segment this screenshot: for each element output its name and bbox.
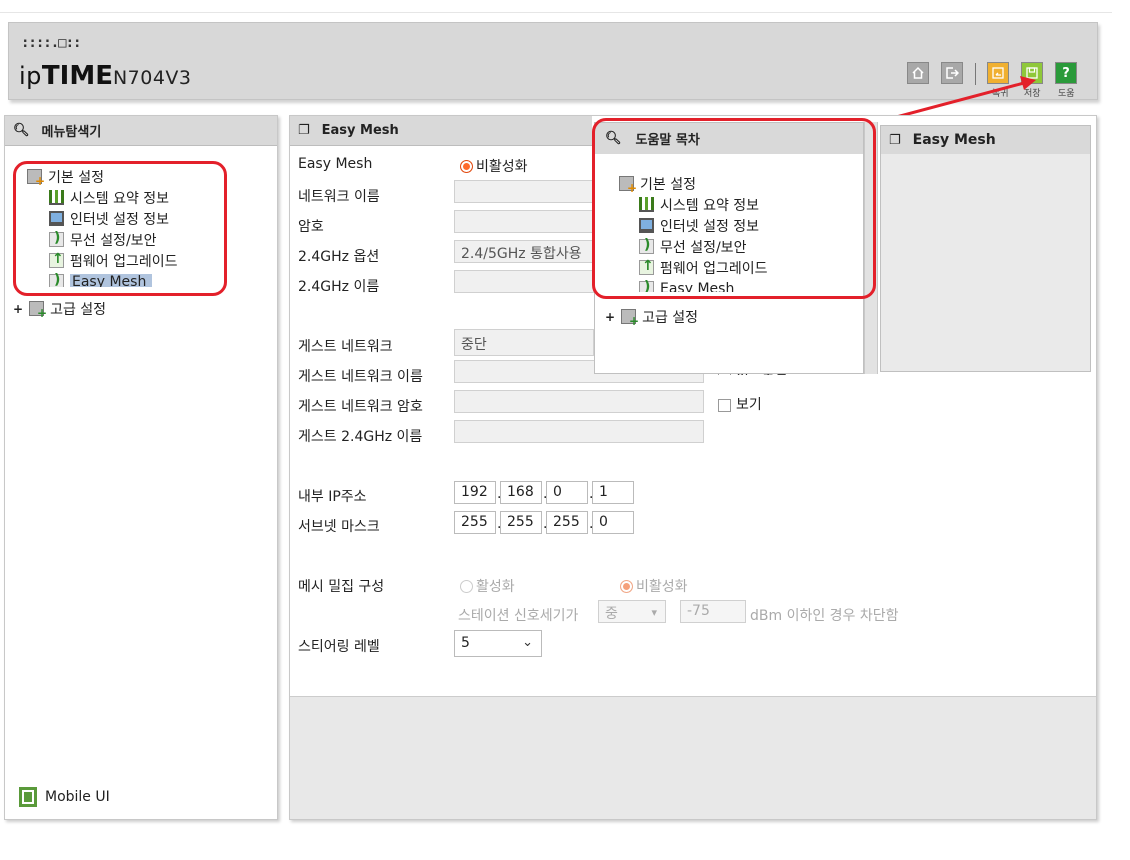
guest-password-show-checkbox[interactable]: 보기 [718,394,762,414]
guest-24-input[interactable] [454,420,704,443]
station-signal-value: 중 [605,606,618,622]
menu-explorer-panel: 🔍︎ 메뉴탐색기 기본 설정 시스템 요약 정보 인터넷 설정 정보 무선 설정… [4,115,278,820]
steering-level-value: 5 [461,635,470,651]
window-icon: ❐ [298,123,310,138]
guest-network-value: 중단 [461,337,487,353]
mask-octet-4[interactable]: 0 [592,511,634,534]
password-input[interactable] [454,210,594,233]
chevron-down-icon: ⌄ [522,635,533,650]
radio-selected-icon [620,579,633,593]
annotation-box-left [13,161,227,296]
mobile-ui-label: Mobile UI [45,789,110,805]
mask-octet-3[interactable]: 255 [546,511,588,534]
password-label: 암호 [298,219,324,235]
expand-icon: + [605,309,616,324]
option-24-select[interactable]: 2.4/5GHz 통합사용 [454,240,594,263]
mesh-dense-disable-label: 비활성화 [636,579,688,595]
steering-level-label: 스티어링 레벨 [298,639,380,655]
guest-password-input[interactable] [454,390,704,413]
station-signal-label: 스테이션 신호세기가 [458,608,579,624]
guest-password-show-label: 보기 [736,397,762,413]
guest-24-label: 게스트 2.4GHz 이름 [298,429,423,445]
tree-advanced-settings[interactable]: + 고급 설정 [13,298,107,320]
network-name-label: 네트워크 이름 [298,189,380,205]
folder-icon [29,301,47,320]
window-icon: ❐ [889,132,901,148]
main-title-text: Easy Mesh [321,123,399,138]
steering-level-select[interactable]: 5 ⌄ [454,630,542,657]
radio-selected-icon [460,159,473,173]
dbm-suffix-label: dBm 이하인 경우 차단함 [750,608,899,624]
ip-octet-2[interactable]: 168 [500,481,542,504]
tree-advanced-settings-label: 고급 설정 [50,301,107,318]
chevron-down-icon: ▾ [651,606,657,619]
help-content-body [881,154,1090,371]
option-24-label: 2.4GHz 옵션 [298,249,380,265]
main-footer-area [290,696,1096,819]
guest-network-select[interactable]: 중단 [454,329,594,356]
ip-octet-1[interactable]: 192 [454,481,496,504]
mobile-icon [19,787,37,807]
subnet-mask-label: 서브넷 마스크 [298,519,380,535]
guest-password-label: 게스트 네트워크 암호 [298,399,423,415]
name-24-input[interactable] [454,270,594,293]
radio-icon [460,579,473,593]
option-24-value: 2.4/5GHz 통합사용 [461,246,582,262]
help-tree-advanced-settings[interactable]: + 고급 설정 [605,306,699,328]
mesh-dense-enable-radio[interactable]: 활성화 [460,576,515,596]
ip-octet-4[interactable]: 1 [592,481,634,504]
mesh-dense-label: 메시 밀집 구성 [298,579,385,595]
mask-octet-1[interactable]: 255 [454,511,496,534]
mask-octet-2[interactable]: 255 [500,511,542,534]
network-name-input[interactable] [454,180,594,203]
easy-mesh-disable-label: 비활성화 [476,159,528,175]
help-tree-advanced-label: 고급 설정 [642,309,699,326]
checkbox-icon [718,398,731,412]
menu-explorer-title: 🔍︎ 메뉴탐색기 [5,116,277,146]
help-content-panel: ❐ Easy Mesh [880,125,1091,372]
guest-name-label: 게스트 네트워크 이름 [298,369,423,385]
mesh-dense-enable-label: 활성화 [476,579,515,595]
annotation-box-help [592,118,876,299]
dbm-threshold-input[interactable]: -75 [680,600,746,623]
search-icon: 🔍︎ [13,123,30,138]
easy-mesh-label: Easy Mesh [298,156,373,172]
ip-label: 내부 IP주소 [298,489,367,505]
expand-icon: + [13,301,24,316]
help-content-title-text: Easy Mesh [912,132,996,148]
station-signal-select[interactable]: 중 ▾ [598,600,666,623]
menu-explorer-title-text: 메뉴탐색기 [41,125,102,140]
mobile-ui-link[interactable]: Mobile UI [19,787,110,807]
guest-network-label: 게스트 네트워크 [298,339,393,355]
name-24-label: 2.4GHz 이름 [298,279,380,295]
mesh-dense-disable-radio[interactable]: 비활성화 [620,576,688,596]
folder-icon [621,309,639,328]
main-title: ❐ Easy Mesh [290,116,592,146]
ip-octet-3[interactable]: 0 [546,481,588,504]
help-content-title: ❐ Easy Mesh [881,126,1090,154]
easy-mesh-disable-radio[interactable]: 비활성화 [460,156,528,176]
